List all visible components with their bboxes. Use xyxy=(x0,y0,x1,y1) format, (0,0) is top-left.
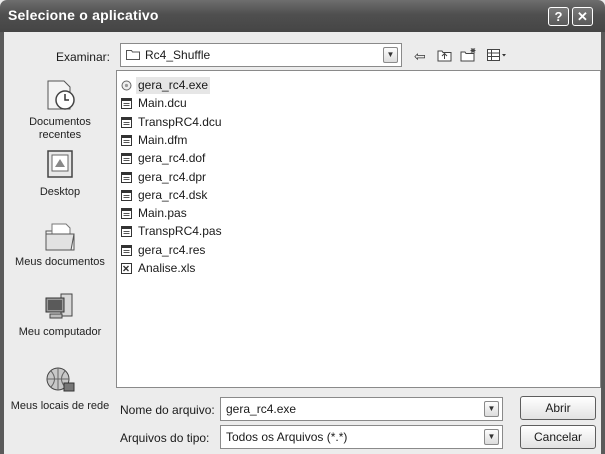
file-name: TranspRC4.pas xyxy=(138,224,222,239)
place-label: Meus locais de rede xyxy=(10,400,110,412)
file-name: Analise.xls xyxy=(138,261,196,275)
look-in-label: Examinar: xyxy=(55,50,110,64)
place-network[interactable]: Meus locais de rede xyxy=(8,366,112,413)
place-label: Desktop xyxy=(39,186,81,198)
my-computer-icon xyxy=(45,293,73,319)
generic-file-icon xyxy=(121,208,132,220)
file-name-input[interactable]: gera_rc4.exe ▼ xyxy=(220,397,503,421)
exe-icon xyxy=(121,80,132,91)
generic-file-icon xyxy=(121,153,132,165)
file-name: gera_rc4.dsk xyxy=(138,187,208,202)
my-documents-icon xyxy=(45,223,75,251)
place-desktop[interactable]: Desktop xyxy=(8,148,112,199)
place-recent-documents[interactable]: Documentos recentes xyxy=(8,78,112,142)
folder-icon xyxy=(126,50,140,60)
excel-icon xyxy=(121,263,132,274)
place-my-documents[interactable]: Meus documentos xyxy=(8,220,112,269)
places-bar: Documentos recentes Desktop Meus documen… xyxy=(8,70,112,454)
place-my-computer[interactable]: Meu computador xyxy=(8,292,112,339)
look-in-dropdown[interactable]: Rc4_Shuffle ▼ xyxy=(120,43,402,67)
generic-file-icon xyxy=(121,189,132,201)
views-menu-icon[interactable] xyxy=(487,48,507,64)
open-file-dialog: Selecione o aplicativo ? ✕ Examinar: Rc4… xyxy=(0,0,605,454)
file-list[interactable]: gera_rc4.exe Main.dcu TranspRC4.dcu Main.df… xyxy=(116,70,601,388)
chevron-down-icon[interactable]: ▼ xyxy=(484,429,499,445)
place-label: Meu computador xyxy=(18,326,102,338)
window-frame-right xyxy=(601,32,605,454)
generic-file-icon xyxy=(121,116,132,128)
file-name: Main.dfm xyxy=(138,132,188,147)
file-name: gera_rc4.dpr xyxy=(138,169,207,184)
generic-file-icon xyxy=(121,226,132,238)
window-frame-left xyxy=(0,32,4,454)
new-folder-icon[interactable] xyxy=(460,48,477,64)
network-globe-icon xyxy=(46,367,75,392)
desktop-icon xyxy=(47,150,73,178)
window-title: Selecione o aplicativo xyxy=(8,7,159,23)
file-name-value: gera_rc4.exe xyxy=(226,402,297,416)
place-label: Documentos recentes xyxy=(29,116,91,141)
file-name: gera_rc4.res xyxy=(138,242,206,257)
title-bar[interactable]: Selecione o aplicativo ? ✕ xyxy=(0,0,605,32)
file-name: Main.dcu xyxy=(138,96,187,111)
file-type-dropdown[interactable]: Todos os Arquivos (*.*) ▼ xyxy=(220,425,503,449)
open-button[interactable]: Abrir xyxy=(520,396,596,420)
look-in-value: Rc4_Shuffle xyxy=(145,48,211,62)
file-name: gera_rc4.dof xyxy=(138,151,206,166)
chevron-down-icon[interactable]: ▼ xyxy=(484,401,499,417)
file-type-label: Arquivos do tipo: xyxy=(120,431,210,445)
chevron-down-icon[interactable]: ▼ xyxy=(383,47,398,63)
file-name: Main.pas xyxy=(138,206,187,221)
cancel-button[interactable]: Cancelar xyxy=(520,425,596,449)
generic-file-icon xyxy=(121,171,132,183)
generic-file-icon xyxy=(121,244,132,256)
help-button[interactable]: ? xyxy=(548,7,569,26)
place-label: Meus documentos xyxy=(15,256,105,268)
up-folder-icon[interactable] xyxy=(437,48,452,64)
file-name: TranspRC4.dcu xyxy=(138,114,222,129)
generic-file-icon xyxy=(121,98,132,110)
file-name: gera_rc4.exe xyxy=(136,77,211,94)
file-type-value: Todos os Arquivos (*.*) xyxy=(226,430,348,444)
generic-file-icon xyxy=(121,134,132,146)
recent-documents-icon xyxy=(47,80,75,110)
back-arrow-icon[interactable]: ⇦ xyxy=(414,48,426,64)
close-button[interactable]: ✕ xyxy=(572,7,593,26)
file-name-label: Nome do arquivo: xyxy=(120,403,215,417)
